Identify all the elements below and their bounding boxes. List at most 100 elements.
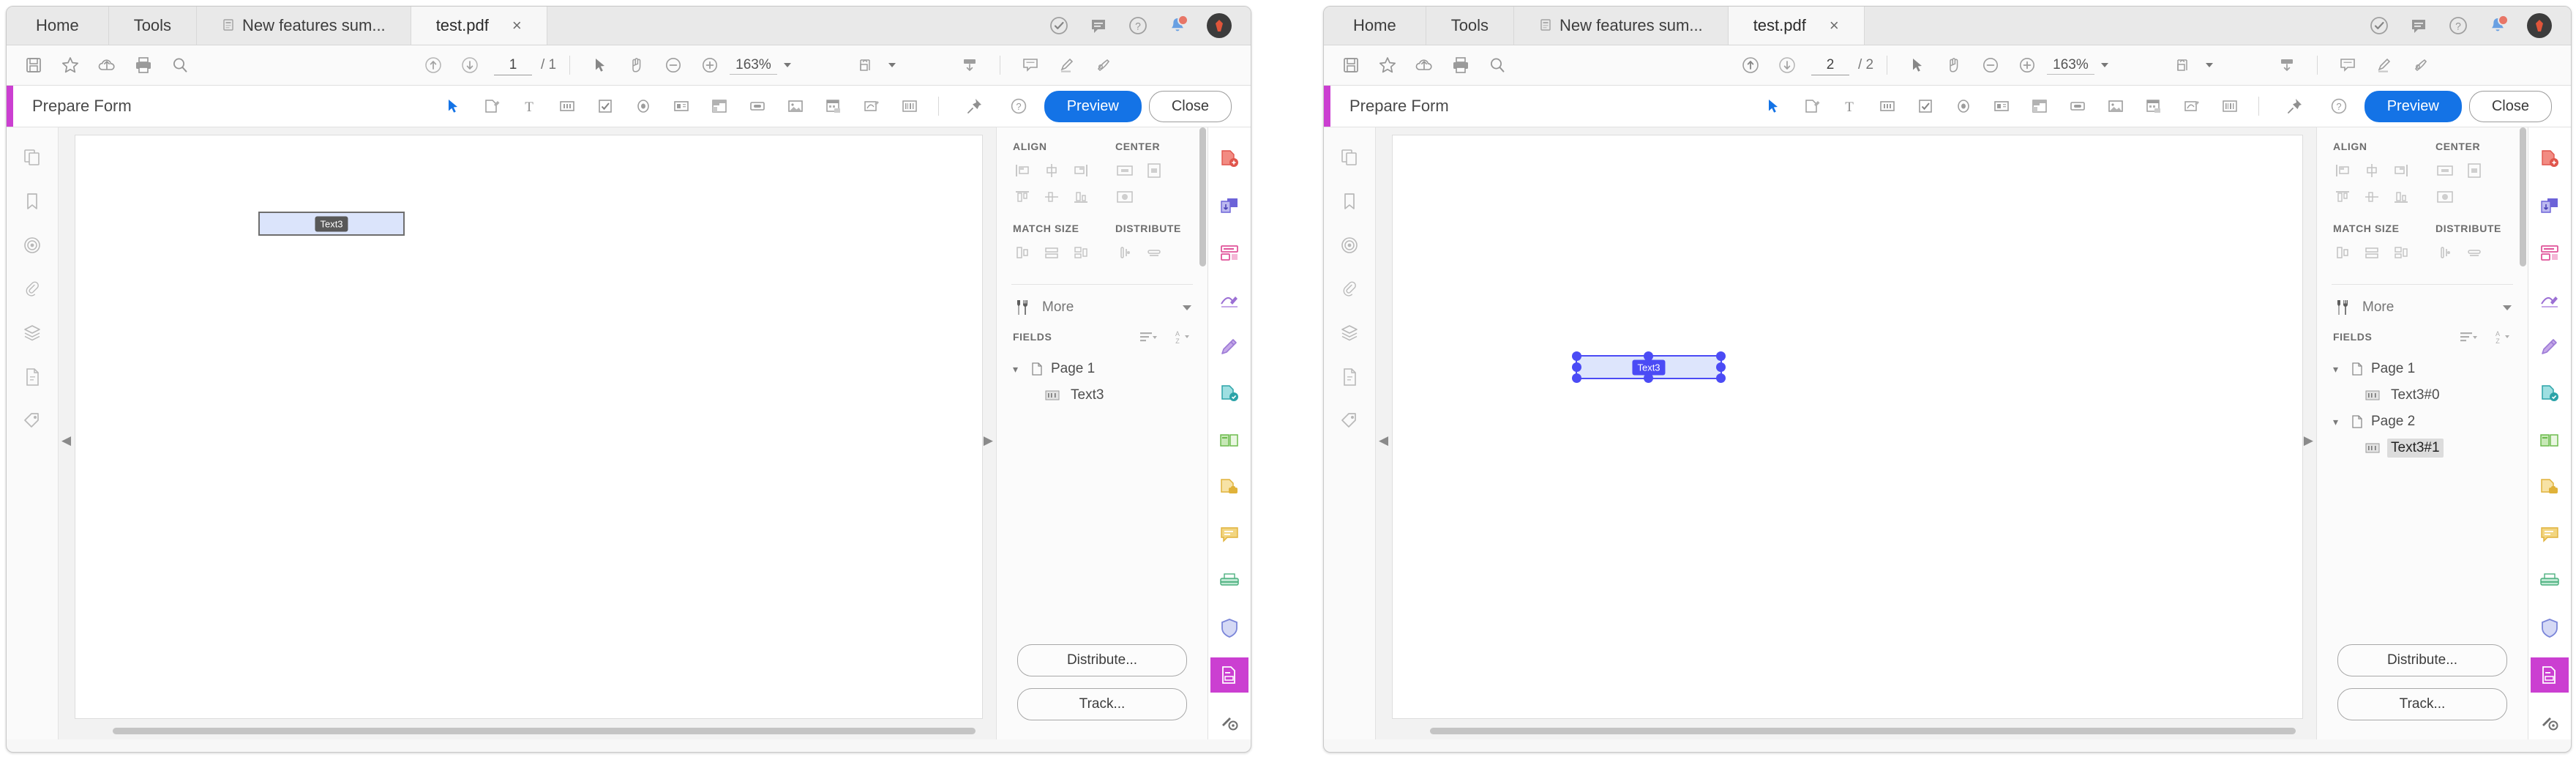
align-top-icon[interactable] — [1013, 187, 1032, 206]
check-circle-icon-2[interactable] — [2369, 15, 2389, 36]
edit-pdf-icon-2[interactable] — [2531, 236, 2569, 271]
text-tool[interactable]: T — [511, 91, 547, 122]
panel-scrollbar-2[interactable] — [2520, 127, 2526, 266]
add-comment-icon-2[interactable] — [2331, 51, 2365, 80]
resize-handle-s[interactable] — [1644, 373, 1653, 383]
button-tool[interactable] — [739, 91, 776, 122]
fill-sign-icon-2[interactable] — [2531, 283, 2569, 318]
select-cursor-icon-2[interactable] — [1901, 51, 1934, 80]
tab-tools[interactable]: Tools — [108, 7, 198, 45]
page-number-input[interactable]: 1 — [494, 56, 532, 75]
form-field-text3-selected[interactable]: Text3 — [1572, 351, 1726, 383]
resize-handle-nw[interactable] — [1572, 351, 1581, 361]
tags-icon-2[interactable] — [1338, 410, 1360, 432]
layers-icon-2[interactable] — [1338, 322, 1360, 344]
create-pdf-icon-2[interactable] — [2531, 189, 2569, 224]
compress-pdf-icon-2[interactable] — [2531, 470, 2569, 505]
help-icon-2[interactable]: ? — [2448, 15, 2468, 36]
center-vertically-icon[interactable] — [1145, 161, 1164, 180]
chevron-down-icon-p2[interactable]: ▾ — [2333, 416, 2343, 428]
resize-handle-sw[interactable] — [1572, 373, 1581, 383]
pin-icon-2[interactable] — [2277, 91, 2313, 122]
tab-close-icon-2[interactable]: × — [1830, 16, 1839, 35]
horizontal-scrollbar[interactable] — [113, 728, 976, 734]
image-field-tool[interactable] — [777, 91, 814, 122]
avatar[interactable] — [1207, 13, 1232, 38]
fill-sign-icon[interactable] — [1210, 283, 1248, 318]
checkbox-tool[interactable] — [587, 91, 624, 122]
more-tools-icon[interactable] — [1210, 704, 1248, 739]
resize-handle-se[interactable] — [1716, 373, 1726, 383]
zoom-dropdown-caret-icon[interactable] — [783, 63, 791, 67]
close-button[interactable]: Close — [1148, 90, 1232, 122]
page-display-icon[interactable] — [953, 51, 986, 80]
chevron-down-icon[interactable]: ▾ — [1013, 363, 1023, 376]
prepare-form-icon[interactable] — [1210, 657, 1248, 693]
match-width-icon[interactable] — [1013, 243, 1032, 262]
more-row-2[interactable]: More — [2317, 295, 2528, 317]
fit-page-caret-icon[interactable] — [888, 63, 896, 67]
page-thumbnails-icon-2[interactable] — [1338, 146, 1360, 168]
dropdown-tool-2[interactable] — [2021, 91, 2058, 122]
align-top-icon-2[interactable] — [2333, 187, 2352, 206]
tab-tools-2[interactable]: Tools — [1426, 7, 1515, 45]
compress-pdf-icon[interactable] — [1210, 470, 1248, 505]
center-both-icon[interactable] — [1115, 187, 1134, 206]
align-bottom-icon-2[interactable] — [2392, 187, 2411, 206]
center-horizontally-icon-2[interactable] — [2435, 161, 2455, 180]
bell-icon-2[interactable] — [2487, 15, 2509, 36]
destinations-icon[interactable] — [21, 234, 43, 256]
tab-home-2[interactable]: Home — [1324, 7, 1426, 45]
previous-page-icon-2[interactable] — [1734, 51, 1767, 80]
hand-tool-icon[interactable] — [620, 51, 654, 80]
align-center-horizontal-icon[interactable] — [1042, 161, 1061, 180]
attachments-icon[interactable] — [21, 278, 43, 300]
star-icon-2[interactable] — [1371, 51, 1404, 80]
zoom-in-icon[interactable] — [693, 51, 727, 80]
checkbox-tool-2[interactable] — [1907, 91, 1944, 122]
list-box-tool[interactable] — [663, 91, 700, 122]
align-middle-icon-2[interactable] — [2362, 187, 2381, 206]
prepare-form-icon-2[interactable] — [2531, 657, 2569, 693]
draw-icon[interactable] — [1087, 51, 1120, 80]
layers-icon[interactable] — [21, 322, 43, 344]
export-pdf-icon-2[interactable] — [2531, 142, 2569, 177]
date-field-tool-2[interactable] — [2135, 91, 2172, 122]
comment-pencil-icon-2[interactable] — [2531, 329, 2569, 365]
tags-icon[interactable] — [21, 410, 43, 432]
save-icon-2[interactable] — [1334, 51, 1368, 80]
signature-tool[interactable] — [853, 91, 890, 122]
list-box-tool-2[interactable] — [1983, 91, 2020, 122]
dropdown-tool[interactable] — [701, 91, 738, 122]
highlight-icon-2[interactable] — [2367, 51, 2401, 80]
signature-tool-2[interactable] — [2174, 91, 2210, 122]
sort-order-icon[interactable] — [1139, 329, 1158, 344]
page-thumbnails-icon[interactable] — [21, 146, 43, 168]
tree-leaf-field[interactable]: Text3 — [1013, 381, 1191, 409]
zoom-level-value-2[interactable]: 163% — [2047, 56, 2094, 75]
align-right-icon[interactable] — [1071, 161, 1090, 180]
text-tool-2[interactable]: T — [1831, 91, 1868, 122]
next-page-icon[interactable] — [453, 51, 487, 80]
create-pdf-icon[interactable] — [1210, 189, 1248, 224]
edit-pdf-icon[interactable] — [1210, 236, 1248, 271]
distribute-button[interactable]: Distribute... — [1017, 644, 1187, 676]
document-content-icon-2[interactable] — [1338, 366, 1360, 388]
cloud-upload-icon[interactable] — [90, 51, 124, 80]
radio-button-tool-2[interactable] — [1945, 91, 1982, 122]
page-display-icon-2[interactable] — [2270, 51, 2304, 80]
distribute-vertically-icon-2[interactable] — [2435, 243, 2455, 262]
document-pane-right[interactable]: ◀ ▶ Text3 — [1376, 127, 2316, 739]
help-icon[interactable]: ? — [1128, 15, 1148, 36]
destinations-icon-2[interactable] — [1338, 234, 1360, 256]
tab-new-features[interactable]: New features sum... — [197, 7, 411, 45]
match-both-icon-2[interactable] — [2392, 243, 2411, 262]
align-center-horizontal-icon-2[interactable] — [2362, 161, 2381, 180]
export-pdf-icon[interactable] — [1210, 142, 1248, 177]
bookmarks-icon-2[interactable] — [1338, 190, 1360, 212]
align-left-icon[interactable] — [1013, 161, 1032, 180]
resize-handle-ne[interactable] — [1716, 351, 1726, 361]
collapse-right-panel-icon-2[interactable]: ▶ — [2304, 433, 2313, 448]
tab-close-icon[interactable]: × — [512, 16, 522, 35]
match-both-icon[interactable] — [1071, 243, 1090, 262]
